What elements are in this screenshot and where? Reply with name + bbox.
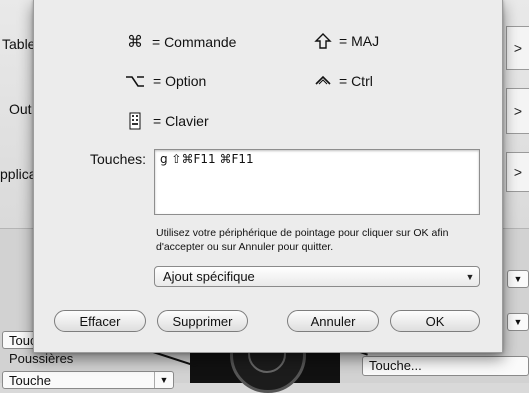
dropdown-arrow-icon: ▼ xyxy=(465,271,475,282)
keyboard-icon xyxy=(129,112,141,130)
background-scroll-right-button-2[interactable]: > xyxy=(506,88,529,134)
action-type-selected: Ajout spécifique xyxy=(163,269,255,284)
background-combo-touche-right[interactable]: Touche... xyxy=(362,356,529,376)
command-icon: ⌘ xyxy=(127,34,143,51)
ok-button[interactable]: OK xyxy=(390,310,480,332)
legend-command: ⌘ = Commande xyxy=(124,32,236,52)
clear-button[interactable]: Effacer xyxy=(54,310,146,332)
chevron-right-icon: > xyxy=(513,164,523,180)
shift-icon xyxy=(314,33,332,49)
background-label-poussieres: Poussières xyxy=(9,351,74,366)
background-combo-edge-1[interactable]: ▼ xyxy=(507,270,529,288)
instruction-text: Utilisez votre périphérique de pointage … xyxy=(156,227,449,253)
combo-value: Touche xyxy=(9,373,51,388)
combo-value: Touche... xyxy=(369,358,422,373)
delete-button[interactable]: Supprimer xyxy=(157,310,248,332)
option-icon xyxy=(126,76,144,87)
legend-shift-text: = MAJ xyxy=(339,33,380,49)
control-icon xyxy=(315,75,331,85)
background-combo-edge-2[interactable]: ▼ xyxy=(507,313,529,331)
legend-command-text: = Commande xyxy=(152,34,237,50)
chevron-right-icon: > xyxy=(513,40,523,56)
dropdown-arrow-icon: ▼ xyxy=(154,372,173,388)
legend-ctrl-text: = Ctrl xyxy=(339,73,373,89)
legend-option: = Option xyxy=(124,72,206,90)
background-combo-touche-1[interactable]: Touche xyxy=(2,331,51,349)
legend-option-text: = Option xyxy=(153,73,207,89)
background-row-label-3: pplica xyxy=(0,166,37,182)
background-row-label-1: Table xyxy=(2,36,36,52)
key-shortcut-sheet: ⌘ = Commande = MAJ = Option = Ctrl = Cla… xyxy=(33,0,503,353)
legend-keyboard-text: = Clavier xyxy=(153,113,209,129)
legend-ctrl: = Ctrl xyxy=(314,72,373,90)
legend-shift: = MAJ xyxy=(314,32,379,50)
background-scroll-right-button-3[interactable]: > xyxy=(506,152,529,192)
background-row-label-2: Out xyxy=(9,101,32,117)
chevron-right-icon: > xyxy=(513,103,523,119)
keys-label: Touches: xyxy=(90,151,147,167)
legend-keyboard: = Clavier xyxy=(124,112,209,130)
keys-field[interactable]: g ⇧⌘F11 ⌘F11 xyxy=(154,149,480,215)
dropdown-arrow-icon: ▼ xyxy=(513,317,523,327)
background-scroll-right-button-1[interactable]: > xyxy=(506,26,529,70)
background-combo-touche-2[interactable]: Touche ▼ xyxy=(2,371,174,389)
dropdown-arrow-icon: ▼ xyxy=(513,274,523,284)
action-type-popup[interactable]: Ajout spécifique ▼ xyxy=(154,266,480,287)
cancel-button[interactable]: Annuler xyxy=(287,310,379,332)
